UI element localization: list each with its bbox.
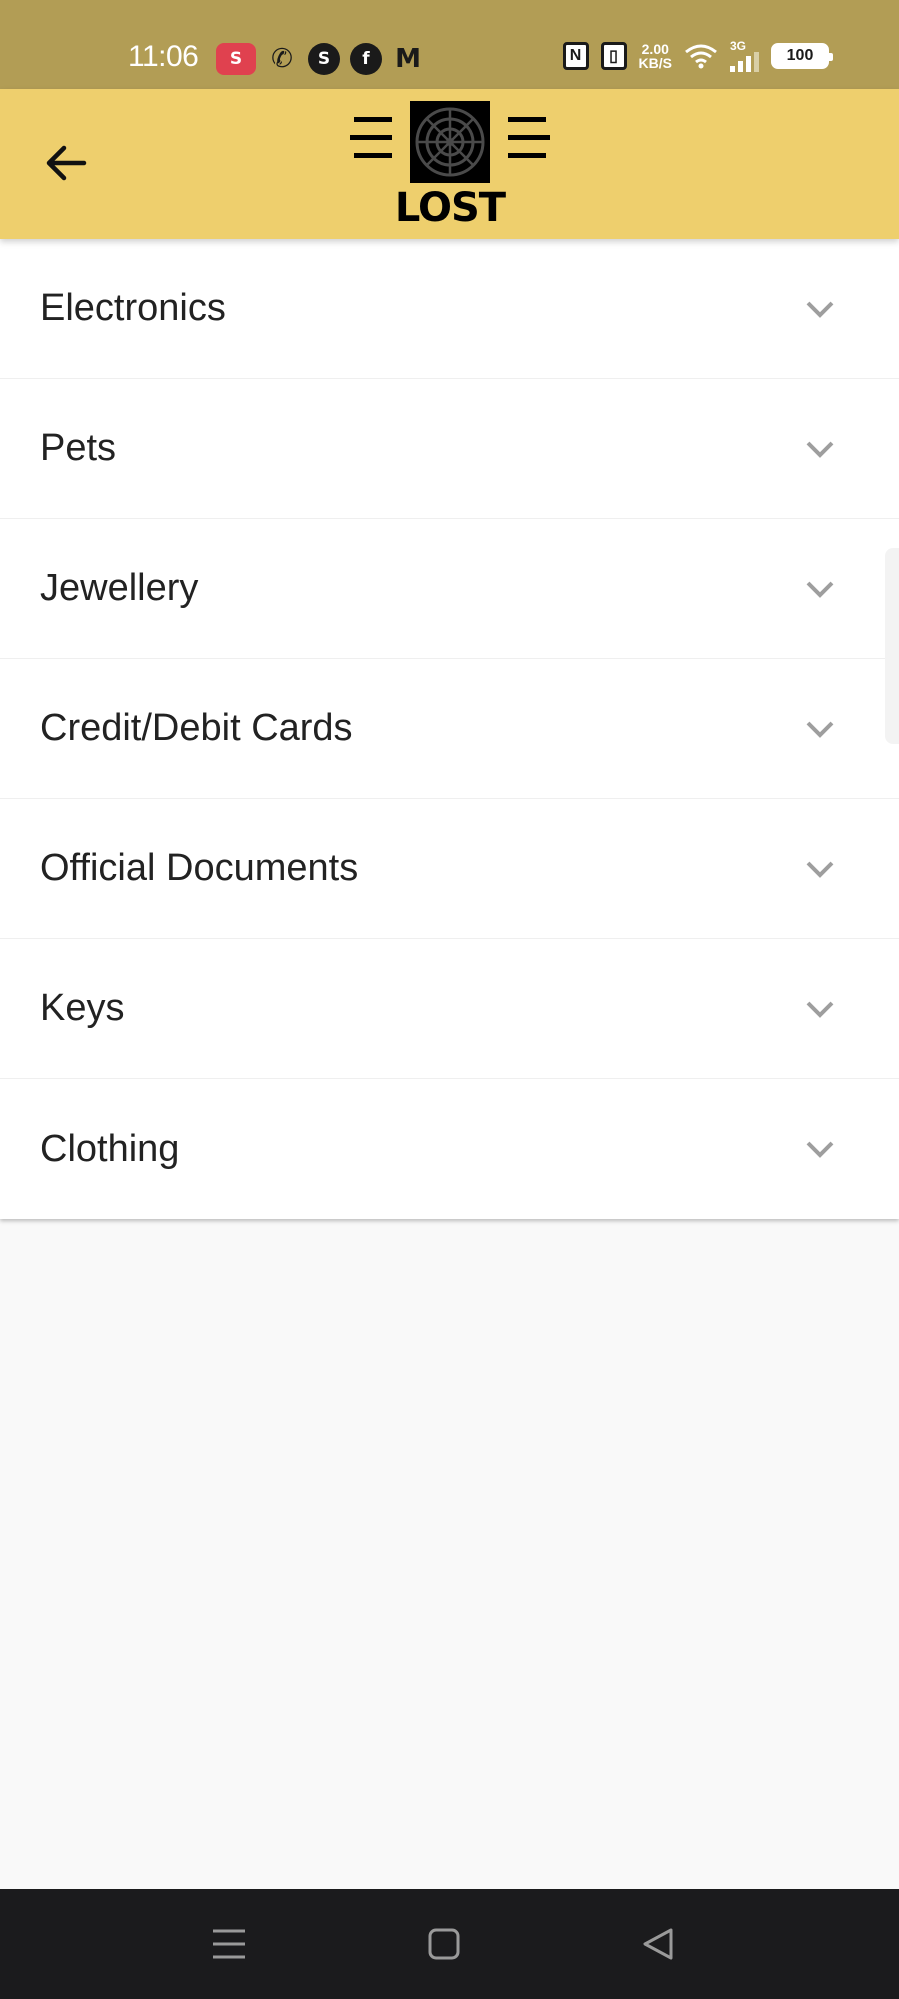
app-bar: LOST bbox=[0, 89, 899, 239]
arrow-left-icon bbox=[46, 145, 87, 181]
chevron-down-icon[interactable] bbox=[803, 292, 837, 326]
menu-icon bbox=[213, 1929, 245, 1959]
screen-recorder-icon: S bbox=[216, 43, 256, 75]
category-list: Electronics Pets Jewellery Credit/Debit … bbox=[0, 239, 899, 1219]
nfc-icon: N bbox=[562, 42, 589, 70]
category-label: Official Documents bbox=[40, 847, 359, 889]
system-nav-bar bbox=[0, 1889, 899, 1999]
recent-apps-button[interactable] bbox=[209, 1924, 249, 1964]
category-label: Clothing bbox=[40, 1127, 180, 1170]
status-time: 11:06 bbox=[128, 40, 199, 73]
facebook-icon: f bbox=[350, 43, 382, 75]
whatsapp-icon: ✆ bbox=[271, 44, 293, 74]
notification-icons: S ✆ S f M bbox=[216, 43, 424, 75]
vibrate-icon: ▯ bbox=[600, 42, 627, 70]
status-bar: 11:06 S ✆ S f M N ▯ 2.00 KB/S 3G 100 bbox=[0, 0, 899, 89]
category-label: Jewellery bbox=[40, 567, 199, 609]
category-item-keys[interactable]: Keys bbox=[0, 939, 899, 1079]
signal-icon bbox=[730, 52, 759, 72]
logo-text: LOST bbox=[394, 185, 506, 231]
lost-logo-icon bbox=[350, 101, 550, 183]
back-triangle-icon bbox=[643, 1928, 673, 1960]
network-speed-unit: KB/S bbox=[638, 55, 672, 71]
home-square-icon bbox=[428, 1928, 460, 1960]
skype-icon: S bbox=[308, 43, 340, 75]
wifi-icon bbox=[685, 44, 717, 69]
category-item-jewellery[interactable]: Jewellery bbox=[0, 519, 899, 659]
home-button[interactable] bbox=[424, 1924, 464, 1964]
battery-icon: 100 bbox=[771, 43, 833, 69]
system-back-button[interactable] bbox=[638, 1924, 678, 1964]
category-label: Electronics bbox=[40, 287, 226, 329]
chevron-down-icon[interactable] bbox=[803, 1132, 837, 1166]
app-logo: LOST bbox=[350, 99, 550, 231]
back-button[interactable] bbox=[36, 133, 96, 193]
signal-group: 3G bbox=[730, 40, 759, 72]
category-item-pets[interactable]: Pets bbox=[0, 379, 899, 519]
gmail-icon: M bbox=[395, 44, 421, 74]
system-icons: N ▯ 2.00 KB/S 3G 100 bbox=[562, 40, 833, 72]
category-item-clothing[interactable]: Clothing bbox=[0, 1079, 899, 1219]
chevron-down-icon[interactable] bbox=[803, 432, 837, 466]
category-label: Credit/Debit Cards bbox=[40, 707, 353, 749]
category-item-official-documents[interactable]: Official Documents bbox=[0, 799, 899, 939]
scrollbar-thumb[interactable] bbox=[885, 548, 899, 744]
category-item-electronics[interactable]: Electronics bbox=[0, 239, 899, 379]
chevron-down-icon[interactable] bbox=[803, 992, 837, 1026]
category-label: Keys bbox=[40, 987, 125, 1029]
chevron-down-icon[interactable] bbox=[803, 572, 837, 606]
category-item-credit-debit-cards[interactable]: Credit/Debit Cards bbox=[0, 659, 899, 799]
chevron-down-icon[interactable] bbox=[803, 712, 837, 746]
network-speed: 2.00 KB/S bbox=[639, 42, 672, 70]
category-label: Pets bbox=[40, 427, 117, 469]
network-type: 3G bbox=[730, 39, 747, 53]
chevron-down-icon[interactable] bbox=[803, 852, 837, 886]
